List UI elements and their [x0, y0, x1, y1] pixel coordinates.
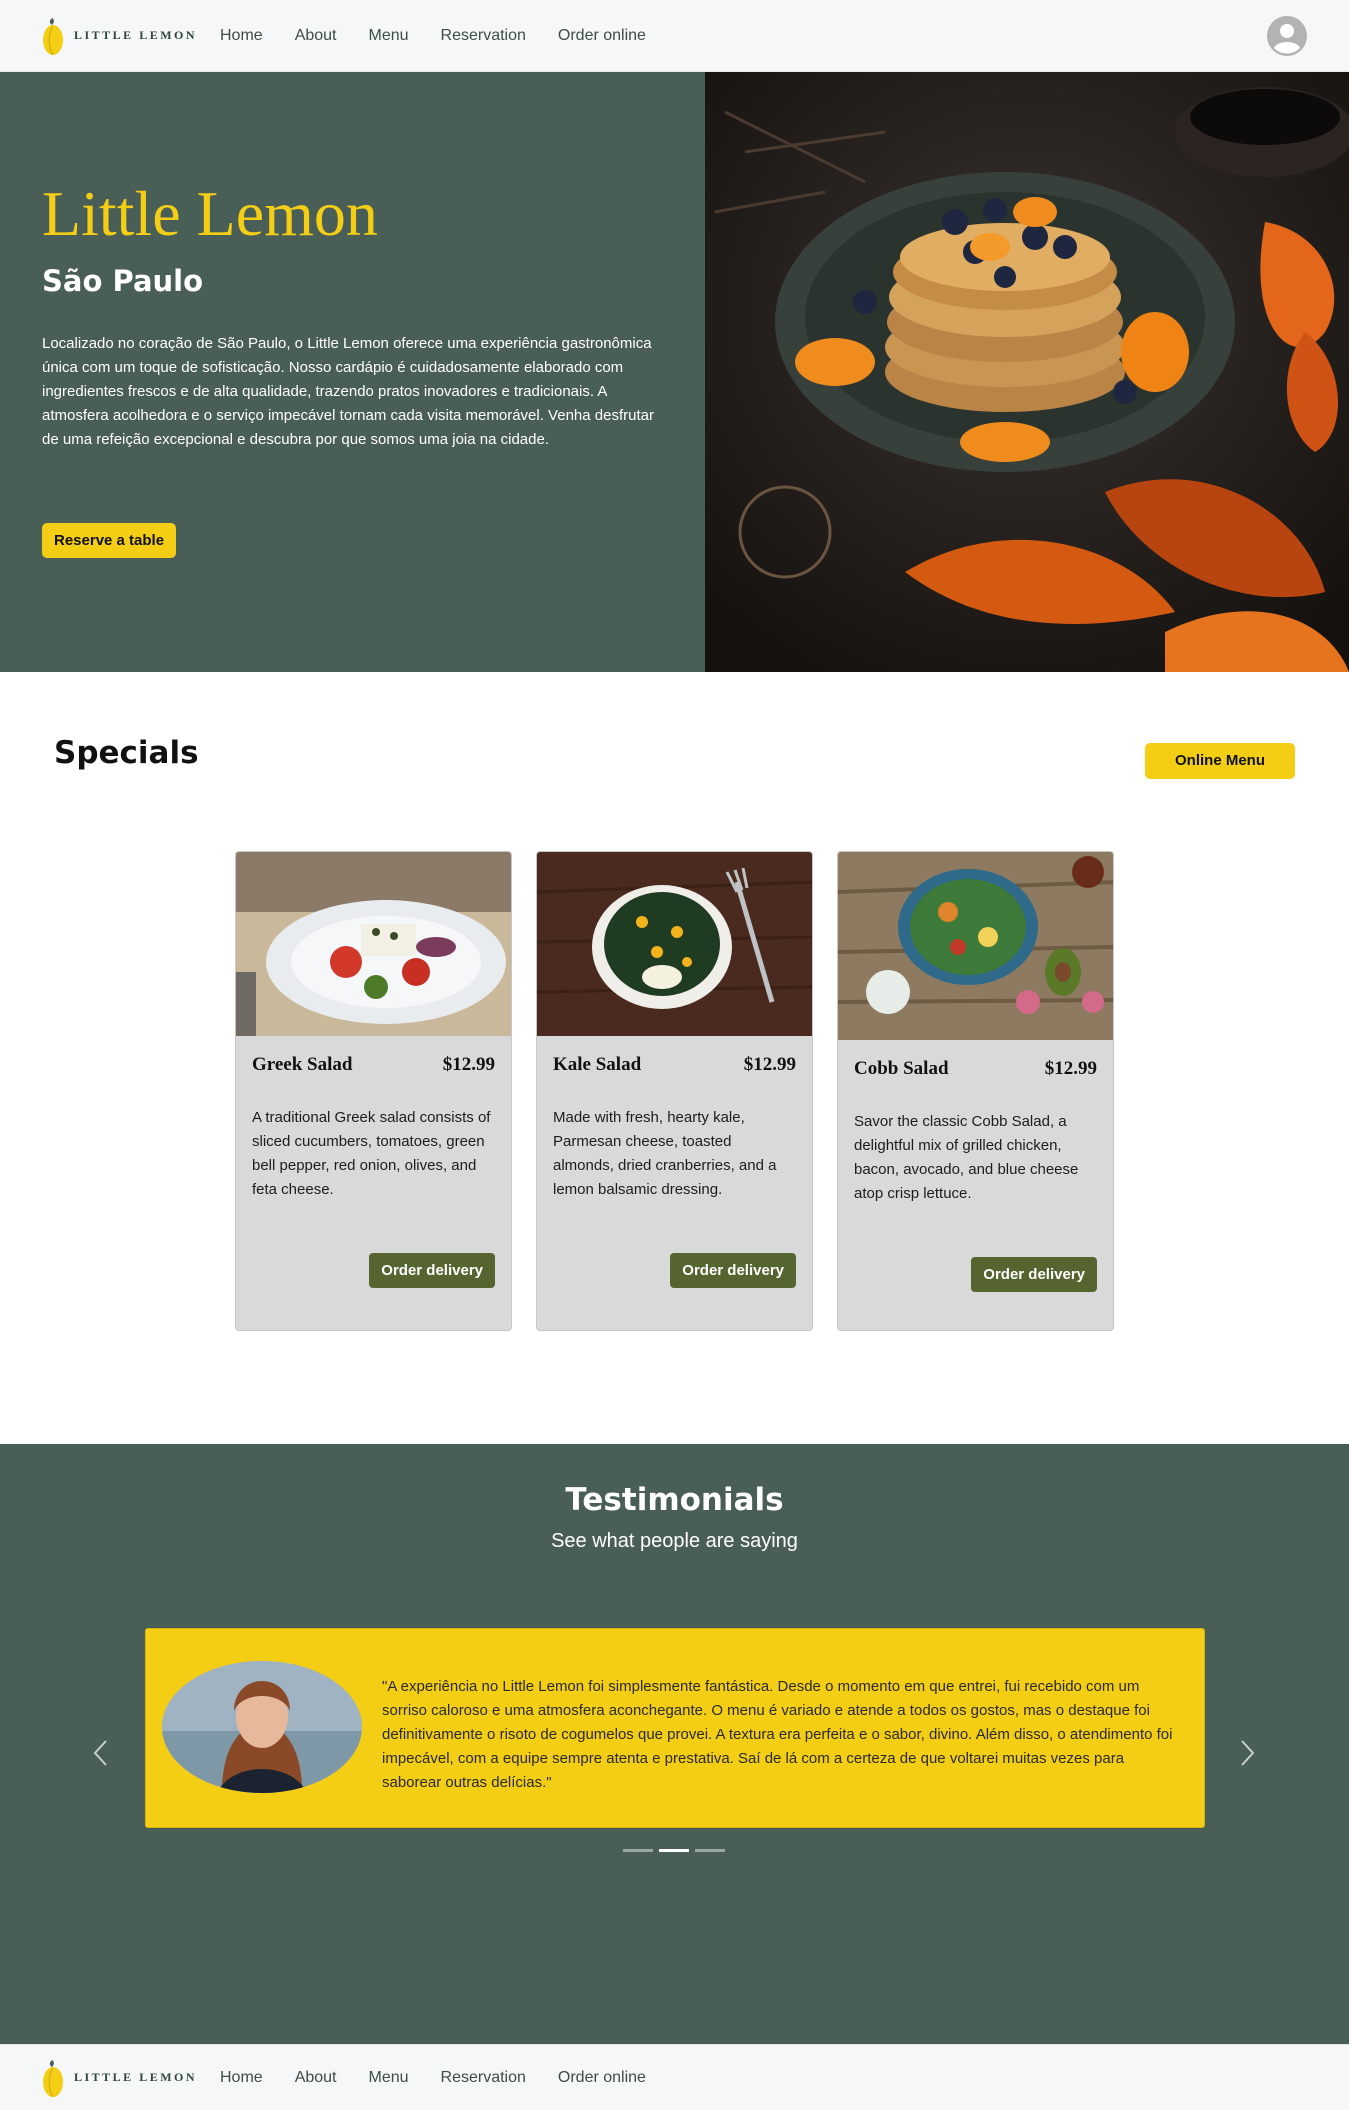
- nav-item-about[interactable]: About: [295, 27, 337, 45]
- cobb-salad-image: [838, 852, 1113, 1040]
- online-menu-button[interactable]: Online Menu: [1145, 743, 1295, 779]
- logo-text: LITTLE LEMON: [74, 28, 198, 42]
- footer-nav-item-about[interactable]: About: [295, 2069, 337, 2087]
- testimonial-card: "A experiência no Little Lemon foi simpl…: [145, 1628, 1205, 1828]
- hero-content: Little Lemon São Paulo Localizado no cor…: [42, 182, 662, 452]
- footer-nav-item-reservation[interactable]: Reservation: [441, 2069, 526, 2087]
- nav-links: Home About Menu Reservation Order online: [220, 27, 678, 45]
- hero-title: Little Lemon: [42, 178, 378, 249]
- testimonials-title: Testimonials: [565, 1482, 784, 1518]
- card-header: Greek Salad $12.99: [236, 1054, 511, 1076]
- footer-nav-item-home[interactable]: Home: [220, 2069, 263, 2087]
- carousel-indicators: [623, 1849, 725, 1852]
- nav-item-order-online[interactable]: Order online: [558, 27, 646, 45]
- card-price: $12.99: [743, 1054, 796, 1075]
- footer-nav-item-order-online[interactable]: Order online: [558, 2069, 646, 2087]
- logo-text: LITTLE LEMON: [74, 2070, 198, 2084]
- lemon-logo-icon: [42, 16, 64, 56]
- greek-salad-image: [236, 852, 511, 1036]
- hero-pancakes-image: [705, 72, 1349, 672]
- footer-navbar: LITTLE LEMON Home About Menu Reservation…: [0, 2044, 1349, 2110]
- carousel-dot[interactable]: [623, 1849, 653, 1852]
- card-title: Cobb Salad: [854, 1058, 949, 1079]
- card-price: $12.99: [442, 1054, 495, 1075]
- card-price: $12.99: [1044, 1058, 1097, 1079]
- order-delivery-button[interactable]: Order delivery: [971, 1257, 1097, 1292]
- reserve-table-button[interactable]: Reserve a table: [42, 523, 177, 558]
- carousel-prev-arrow-icon[interactable]: [86, 1735, 116, 1771]
- reviewer-photo: [162, 1661, 362, 1793]
- carousel-dot-active[interactable]: [659, 1849, 689, 1852]
- order-delivery-button[interactable]: Order delivery: [670, 1253, 796, 1288]
- special-card-kale-salad: Kale Salad $12.99 Made with fresh, heart…: [536, 851, 813, 1331]
- carousel-dot[interactable]: [695, 1849, 725, 1852]
- nav-item-home[interactable]: Home: [220, 27, 263, 45]
- hero-description: Localizado no coração de São Paulo, o Li…: [42, 335, 654, 448]
- carousel-next-arrow-icon[interactable]: [1232, 1735, 1262, 1771]
- hero-section: Little Lemon São Paulo Localizado no cor…: [0, 72, 1349, 672]
- logo[interactable]: LITTLE LEMON: [42, 16, 220, 56]
- card-header: Kale Salad $12.99: [537, 1054, 812, 1076]
- testimonial-quote: "A experiência no Little Lemon foi simpl…: [382, 1678, 1173, 1791]
- footer-nav-links: Home About Menu Reservation Order online: [220, 2069, 678, 2087]
- footer-logo[interactable]: LITTLE LEMON: [42, 2058, 220, 2098]
- kale-salad-image: [537, 852, 812, 1036]
- lemon-logo-icon: [42, 2058, 64, 2098]
- card-description: Made with fresh, hearty kale, Parmesan c…: [553, 1109, 777, 1198]
- card-description: A traditional Greek salad consists of sl…: [252, 1109, 491, 1198]
- footer-nav-item-menu[interactable]: Menu: [369, 2069, 409, 2087]
- top-navbar: LITTLE LEMON Home About Menu Reservation…: [0, 0, 1349, 72]
- specials-title: Specials: [54, 735, 199, 771]
- nav-item-menu[interactable]: Menu: [369, 27, 409, 45]
- card-header: Cobb Salad $12.99: [838, 1058, 1113, 1080]
- testimonials-section: Testimonials See what people are saying …: [0, 1444, 1349, 2044]
- user-avatar-icon[interactable]: [1267, 16, 1307, 56]
- card-description: Savor the classic Cobb Salad, a delightf…: [854, 1113, 1079, 1202]
- special-card-cobb-salad: Cobb Salad $12.99 Savor the classic Cobb…: [837, 851, 1114, 1331]
- card-title: Kale Salad: [553, 1054, 642, 1075]
- special-card-greek-salad: Greek Salad $12.99 A traditional Greek s…: [235, 851, 512, 1331]
- testimonials-subtitle: See what people are saying: [551, 1530, 798, 1552]
- nav-item-reservation[interactable]: Reservation: [441, 27, 526, 45]
- hero-subtitle: São Paulo: [42, 264, 204, 298]
- card-title: Greek Salad: [252, 1054, 353, 1075]
- order-delivery-button[interactable]: Order delivery: [369, 1253, 495, 1288]
